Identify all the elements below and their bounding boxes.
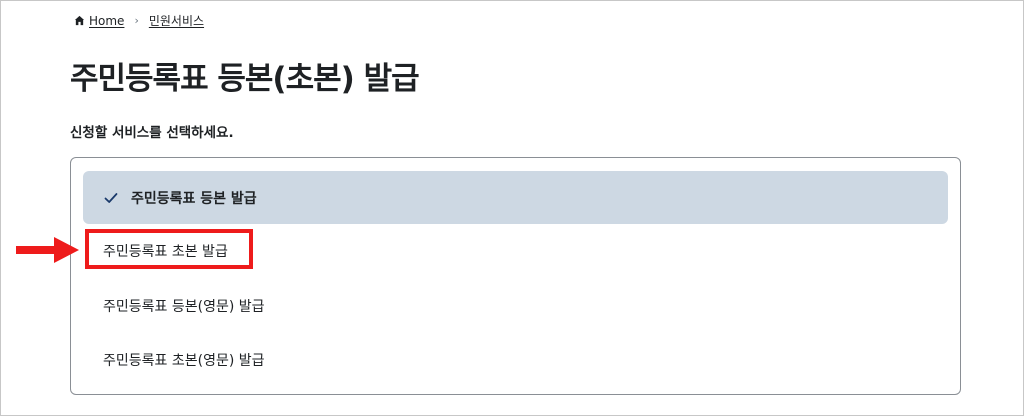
option-resident-copy-full-english[interactable]: 주민등록표 등본(영문) 발급: [83, 279, 948, 332]
option-resident-copy-full[interactable]: 주민등록표 등본 발급: [83, 171, 948, 224]
annotation-highlight-box: [85, 229, 253, 269]
option-label: 주민등록표 초본(영문) 발급: [103, 352, 265, 369]
breadcrumb: Home › 민원서비스: [74, 12, 204, 29]
breadcrumb-home-link[interactable]: Home: [89, 14, 124, 28]
instruction-text: 신청할 서비스를 선택하세요.: [70, 125, 234, 141]
option-resident-copy-abstract-english[interactable]: 주민등록표 초본(영문) 발급: [83, 333, 948, 386]
check-icon: [104, 192, 118, 203]
option-label: 주민등록표 등본(영문) 발급: [103, 298, 265, 315]
home-icon: [74, 15, 85, 26]
service-options-list: 주민등록표 등본 발급 주민등록표 초본 발급 주민등록표 등본(영문) 발급 …: [70, 157, 961, 395]
breadcrumb-current-link[interactable]: 민원서비스: [149, 12, 204, 29]
chevron-right-icon: ›: [134, 14, 139, 27]
red-arrow-icon: [16, 237, 79, 263]
page-title: 주민등록표 등본(초본) 발급: [70, 61, 420, 97]
option-label: 주민등록표 등본 발급: [131, 190, 257, 207]
